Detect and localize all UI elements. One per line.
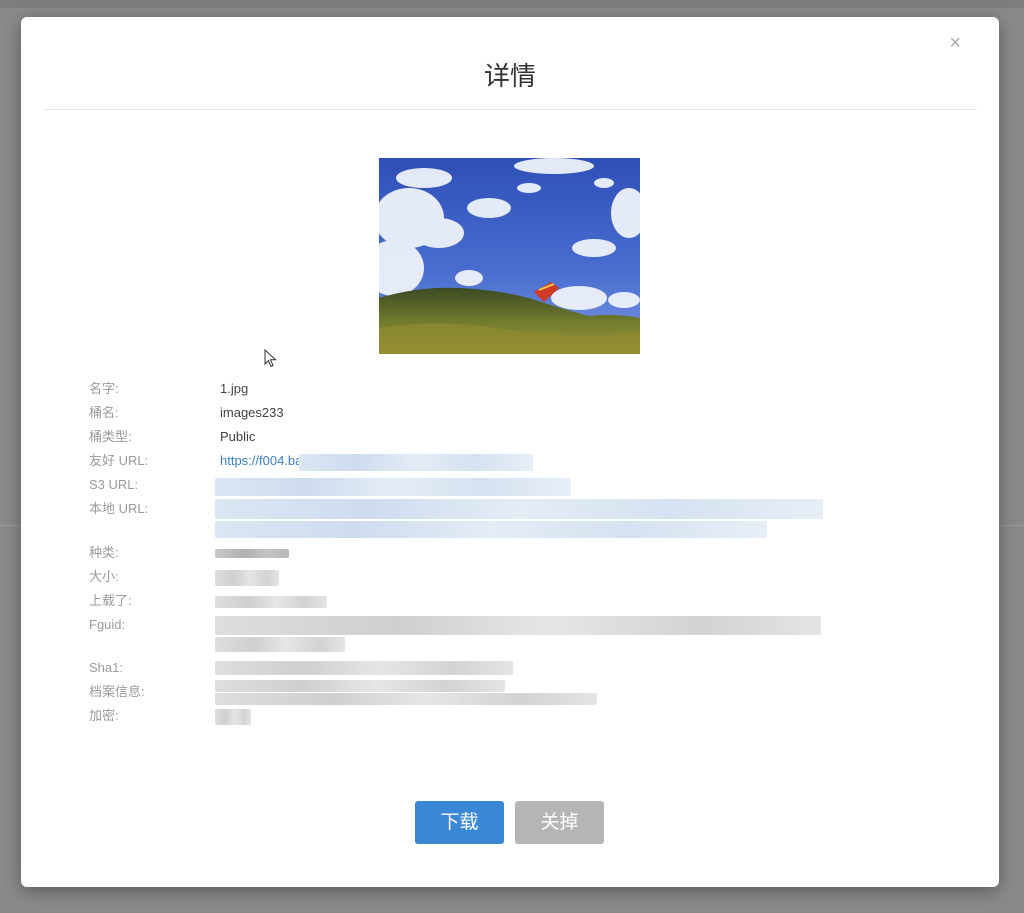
label-friendly-url: 友好 URL: (89, 453, 149, 468)
redacted-uploaded (215, 596, 327, 608)
label-file-info: 档案信息: (89, 684, 145, 699)
label-encryption: 加密: (89, 708, 119, 723)
label-name: 名字: (89, 381, 119, 396)
label-fguid: Fguid: (89, 617, 126, 632)
label-s3-url: S3 URL: (89, 477, 139, 492)
label-sha1: Sha1: (89, 660, 123, 675)
redacted-encryption (215, 709, 251, 725)
redacted-local-url-line1 (215, 499, 823, 519)
redacted-fguid-line1 (215, 616, 821, 635)
redacted-fguid-line2 (215, 637, 345, 652)
friendly-url-link[interactable]: https://f004.bacl (220, 453, 312, 469)
value-bucket: images233 (220, 405, 284, 420)
redacted-friendly-url (299, 454, 533, 471)
landscape-photo (379, 158, 640, 354)
redacted-file-info-line2 (215, 693, 597, 705)
label-bucket: 桶名: (89, 405, 119, 420)
close-icon[interactable]: × (949, 33, 961, 53)
redacted-sha1 (215, 661, 513, 675)
label-type: 种类: (89, 545, 119, 560)
backdrop-top (0, 0, 1024, 8)
image-preview (379, 158, 640, 354)
redacted-size (215, 570, 279, 586)
redacted-type (215, 549, 289, 558)
label-local-url: 本地 URL: (89, 501, 149, 516)
label-bucket-type: 桶类型: (89, 429, 132, 444)
header-divider (43, 109, 977, 110)
value-name: 1.jpg (220, 381, 249, 396)
redacted-file-info-line1 (215, 680, 505, 692)
label-uploaded: 上载了: (89, 593, 132, 608)
modal-title: 详情 (483, 61, 536, 91)
redacted-local-url-line2 (215, 521, 767, 538)
label-size: 大小: (89, 569, 119, 584)
download-button[interactable]: 下载 (415, 801, 504, 844)
redacted-s3-url (215, 478, 571, 496)
details-modal: 详情 × 名字: 1.jpg 桶名: images233 桶类型: Public… (21, 17, 999, 887)
close-button[interactable]: 关掉 (515, 801, 604, 844)
mouse-cursor-icon (264, 349, 277, 368)
value-bucket-type: Public (220, 429, 256, 444)
